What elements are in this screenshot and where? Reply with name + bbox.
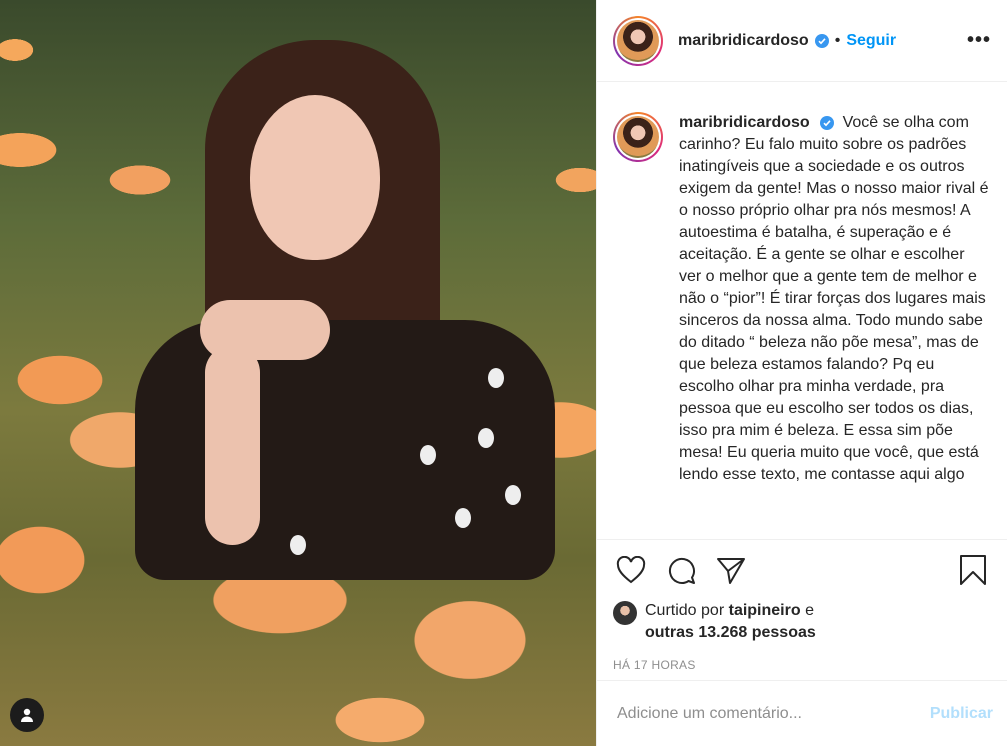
caption-username[interactable]: maribridicardoso xyxy=(679,114,810,131)
comment-input[interactable] xyxy=(617,704,930,723)
caption-section: maribridicardoso Você se olha com carinh… xyxy=(597,82,1007,540)
heart-icon xyxy=(616,556,646,584)
photo-face xyxy=(250,95,380,260)
share-button[interactable] xyxy=(713,552,749,588)
liker-username[interactable]: taipineiro xyxy=(729,602,801,619)
likes-text: Curtido por taipineiro e outras 13.268 p… xyxy=(645,600,816,644)
dress-dot xyxy=(455,508,471,528)
post-side-panel: maribridicardoso • Seguir ••• maribridic… xyxy=(596,0,1007,746)
photo-dress xyxy=(135,320,555,580)
likes-summary: Curtido por taipineiro e outras 13.268 p… xyxy=(597,600,1007,644)
dress-dot xyxy=(478,428,494,448)
send-icon xyxy=(717,558,745,584)
likes-and: e xyxy=(805,602,814,619)
comment-button[interactable] xyxy=(663,552,699,588)
more-options-icon[interactable]: ••• xyxy=(967,29,991,52)
post-header: maribridicardoso • Seguir ••• xyxy=(597,0,1007,82)
user-icon xyxy=(21,708,33,722)
author-username[interactable]: maribridicardoso xyxy=(678,32,809,50)
caption-body: Você se olha com carinho? Eu falo muito … xyxy=(679,114,989,483)
post-photo[interactable] xyxy=(0,0,596,746)
follow-button[interactable]: Seguir xyxy=(846,32,896,50)
dress-dot xyxy=(420,445,436,465)
caption-text: maribridicardoso Você se olha com carinh… xyxy=(679,112,991,539)
dress-dot xyxy=(488,368,504,388)
post-modal: maribridicardoso • Seguir ••• maribridic… xyxy=(0,0,1007,746)
dress-dot xyxy=(290,535,306,555)
caption-author-avatar[interactable] xyxy=(613,112,663,162)
like-button[interactable] xyxy=(613,552,649,588)
verified-badge-icon xyxy=(814,33,829,48)
post-timestamp[interactable]: HÁ 17 HORAS xyxy=(597,644,1007,672)
likes-others-link[interactable]: outras 13.268 pessoas xyxy=(645,624,816,641)
bookmark-icon xyxy=(960,555,986,585)
liker-avatar[interactable] xyxy=(613,601,637,625)
publish-button[interactable]: Publicar xyxy=(930,705,993,723)
comment-icon xyxy=(668,557,695,584)
likes-prefix: Curtido por xyxy=(645,602,725,619)
header-separator: • xyxy=(834,31,841,49)
verified-badge-icon xyxy=(820,115,835,130)
action-bar xyxy=(597,540,1007,600)
comment-bar: Publicar xyxy=(597,680,1007,746)
author-avatar[interactable] xyxy=(613,15,663,66)
photo-forearm xyxy=(205,345,260,545)
dress-dot xyxy=(505,485,521,505)
save-button[interactable] xyxy=(955,552,991,588)
tagged-user-button[interactable] xyxy=(10,698,44,732)
